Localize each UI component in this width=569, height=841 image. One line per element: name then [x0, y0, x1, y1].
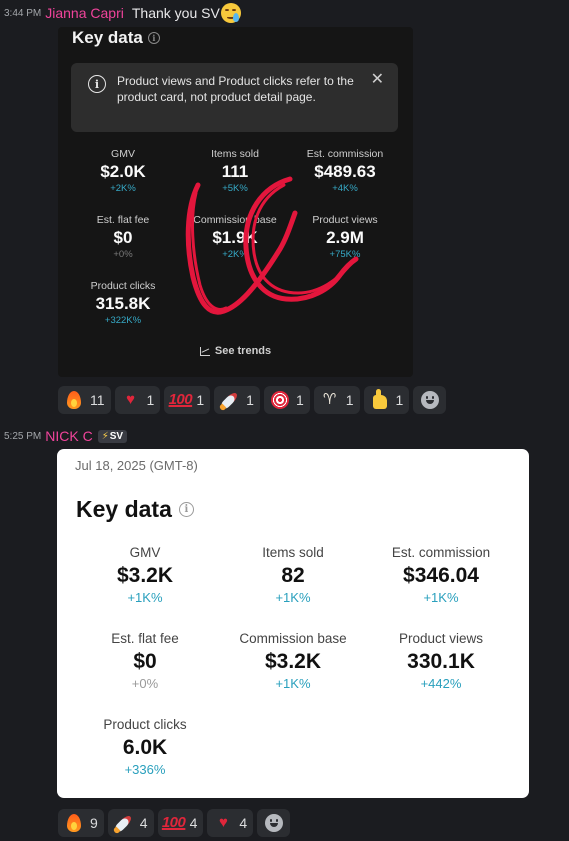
- hundred-points-icon: 100: [161, 814, 186, 831]
- thumbs-up-icon: [370, 389, 390, 410]
- date-range: Jul 18, 2025 (GMT-8): [75, 458, 198, 473]
- metric-label: Est. commission: [391, 545, 491, 560]
- reaction-hundred[interactable]: 100 4: [157, 809, 204, 837]
- metric-gmv: GMV $3.2K +1K%: [75, 545, 215, 605]
- metric-value: 82: [281, 564, 305, 587]
- reaction-thumbs-up[interactable]: 1: [363, 386, 410, 414]
- heart-icon: ♥: [126, 391, 135, 408]
- rocket-icon: [114, 813, 134, 833]
- metric-change: +1K%: [275, 590, 311, 605]
- metric-value: $3.2K: [116, 564, 174, 587]
- metric-items-sold: Items sold 82 +1K%: [223, 545, 363, 605]
- metric-product-clicks: Product clicks 6.0K +336%: [75, 717, 215, 777]
- metric-value: $3.2K: [264, 650, 322, 673]
- fire-icon: [64, 813, 84, 833]
- message-username[interactable]: NICK C: [45, 428, 92, 444]
- reaction-count: 1: [345, 392, 354, 408]
- message-header-2: 5:25 PM NICK C ⚡ SV: [4, 428, 128, 444]
- add-reaction-icon: [420, 391, 439, 409]
- reactions-row-2: 9 4 100 4 ♥ 4: [58, 809, 291, 837]
- info-icon: i: [178, 502, 194, 517]
- reaction-count: 9: [90, 815, 98, 831]
- reaction-heart[interactable]: ♥ 4: [207, 809, 254, 837]
- light-card-title-text: Key data: [76, 496, 172, 522]
- direct-hit-icon: [270, 390, 290, 410]
- metric-change: +1K%: [127, 590, 163, 605]
- reaction-count: 1: [146, 392, 155, 408]
- message-timestamp: 3:44 PM: [4, 7, 42, 19]
- metric-label: Est. flat fee: [111, 631, 179, 646]
- reaction-goat[interactable]: ♈ 1: [313, 386, 360, 414]
- hundred-points-icon: 100: [168, 391, 193, 408]
- reaction-count: 4: [139, 815, 148, 831]
- crying-face-icon: [220, 3, 241, 23]
- add-reaction-icon: [264, 814, 283, 832]
- message-text: Thank you SV: [131, 5, 220, 21]
- see-trends-text: See trends: [214, 345, 272, 357]
- reaction-fire[interactable]: 11: [58, 386, 111, 414]
- rocket-icon: [220, 390, 240, 410]
- metric-label: Commission base: [239, 631, 347, 646]
- light-card-title: Key data i: [76, 496, 194, 523]
- metric-value: 6.0K: [122, 736, 168, 759]
- metric-value: $346.04: [403, 564, 479, 587]
- reaction-count: 4: [189, 815, 198, 831]
- metric-commission-base: Commission base $3.2K +1K%: [223, 631, 363, 691]
- light-key-data-screenshot[interactable]: Jul 18, 2025 (GMT-8) Key data i GMV $3.2…: [57, 449, 529, 798]
- metric-value: $0: [133, 650, 157, 673]
- reaction-hundred[interactable]: 100 1: [164, 386, 211, 414]
- reaction-count: 4: [239, 815, 248, 831]
- metric-label: Product clicks: [103, 717, 187, 732]
- metric-label: Items sold: [262, 545, 324, 560]
- add-reaction-button[interactable]: [257, 809, 291, 837]
- add-reaction-button[interactable]: [413, 386, 447, 414]
- role-tag-text: SV: [109, 430, 124, 442]
- reaction-count: 1: [246, 392, 254, 408]
- metric-change: +0%: [131, 676, 159, 691]
- metric-change: +1K%: [423, 590, 459, 605]
- reaction-count: 11: [90, 392, 105, 408]
- reaction-count: 1: [196, 392, 205, 408]
- reaction-count: 1: [395, 392, 404, 408]
- metric-label: GMV: [129, 545, 161, 560]
- reaction-heart[interactable]: ♥ 1: [114, 386, 161, 414]
- see-trends-link[interactable]: See trends: [58, 345, 413, 357]
- reactions-row-1: 11 ♥ 1 100 1 1 1 ♈ 1 1: [58, 386, 447, 414]
- reaction-rocket[interactable]: 1: [214, 386, 260, 414]
- metric-change: +442%: [420, 676, 462, 691]
- metric-value: 330.1K: [407, 650, 475, 673]
- reaction-rocket[interactable]: 4: [107, 809, 154, 837]
- message-username[interactable]: Jianna Capri: [45, 5, 124, 21]
- reaction-count: 1: [295, 392, 304, 408]
- role-tag[interactable]: ⚡ SV: [97, 429, 128, 443]
- goat-icon: ♈: [323, 391, 337, 408]
- dark-key-data-screenshot[interactable]: Key data i i Product views and Product c…: [58, 27, 413, 377]
- reaction-target[interactable]: 1: [263, 386, 310, 414]
- trend-chart-icon: [199, 346, 210, 356]
- metric-change: +336%: [124, 762, 166, 777]
- reaction-fire[interactable]: 9: [58, 809, 104, 837]
- metric-est-commission: Est. commission $346.04 +1K%: [371, 545, 511, 605]
- fire-icon: [64, 390, 84, 410]
- red-scribble-annotation: [185, 176, 359, 315]
- lightning-icon: ⚡: [101, 430, 109, 442]
- metric-change: +1K%: [275, 676, 311, 691]
- metric-label: Product views: [398, 631, 484, 646]
- message-header-1: 3:44 PM Jianna Capri Thank you SV: [4, 3, 241, 23]
- metric-product-views: Product views 330.1K +442%: [371, 631, 511, 691]
- metric-est-flat-fee: Est. flat fee $0 +0%: [75, 631, 215, 691]
- heart-icon: ♥: [218, 814, 228, 831]
- message-timestamp: 5:25 PM: [4, 430, 42, 442]
